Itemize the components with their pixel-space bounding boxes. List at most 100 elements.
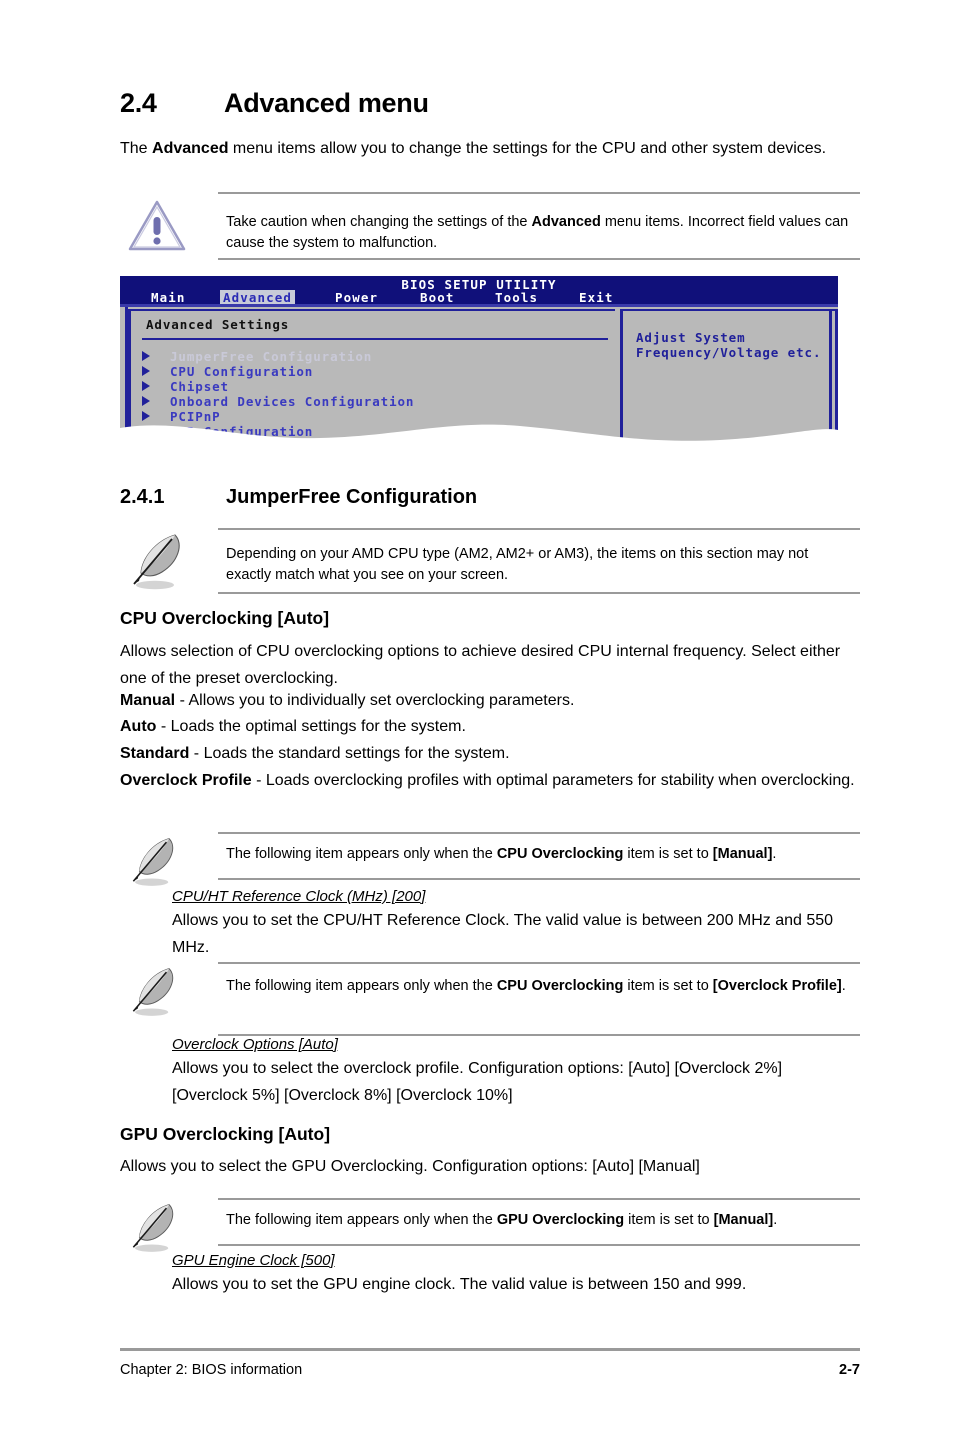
note-rule-top (218, 832, 860, 834)
bios-panel-divider (142, 338, 608, 340)
quill-note-icon (132, 1204, 174, 1252)
note-post: . (772, 846, 777, 862)
caution-box: Take caution when changing the settings … (120, 192, 860, 260)
note-rule-bottom (218, 592, 860, 594)
note-icon-wrap (120, 1198, 212, 1252)
overclock-options-desc: Allows you to select the overclock profi… (172, 1060, 783, 1104)
note-mid: item is set to (623, 846, 713, 862)
bios-menu-label: CPU Configuration (170, 364, 314, 379)
option-desc: - Loads the optimal settings for the sys… (156, 718, 466, 735)
cpu-oc-option-auto: Auto - Loads the optimal settings for th… (120, 714, 860, 741)
note-gpu-manual-text: The following item appears only when the… (226, 1210, 852, 1231)
option-name: Standard (120, 745, 190, 762)
note-icon-wrap (120, 832, 212, 886)
bios-tab-power[interactable]: Power (332, 290, 381, 305)
bios-menu-tabs: Main Advanced Power Boot Tools Exit (120, 290, 838, 305)
note-overclock-profile-text: The following item appears only when the… (226, 976, 852, 997)
note-mid: item is set to (623, 978, 713, 994)
intro-post: menu items allow you to change the setti… (228, 140, 827, 157)
option-desc: - Allows you to individually set overclo… (175, 692, 575, 709)
gpu-engine-clock-title: GPU Engine Clock [500] (172, 1252, 335, 1269)
quill-note-icon (133, 534, 180, 590)
caution-rule-top (218, 192, 860, 194)
cpu-oc-option-standard: Standard - Loads the standard settings f… (120, 741, 860, 768)
torn-edge-decoration (120, 424, 838, 448)
bios-tab-tools[interactable]: Tools (492, 290, 541, 305)
note-bold-item: GPU Overclocking (496, 1212, 625, 1228)
cpu-oc-option-manual: Manual - Allows you to individually set … (120, 688, 860, 715)
cpu-ht-reference-clock-desc: Allows you to set the CPU/HT Reference C… (172, 912, 834, 956)
footer-divider (120, 1348, 860, 1351)
bios-tab-boot[interactable]: Boot (417, 290, 458, 305)
note-icon-wrap (120, 528, 212, 594)
note-icon-wrap (120, 962, 212, 1036)
section-number: 2.4 (120, 88, 157, 118)
section-title: Advanced menu (224, 88, 429, 118)
note-overclock-profile: The following item appears only when the… (120, 962, 860, 1036)
note-rule-top (218, 528, 860, 530)
gpu-overclocking-heading: GPU Overclocking [Auto] (120, 1124, 331, 1144)
bios-tab-exit[interactable]: Exit (576, 290, 617, 305)
note-post: . (841, 978, 846, 994)
note-pre: The following item appears only when the (226, 1212, 497, 1228)
triangle-right-icon (142, 351, 150, 361)
note-rule-bottom (218, 878, 860, 880)
cpu-oc-option-overclock-profile: Overclock Profile - Loads overclocking p… (120, 768, 860, 795)
intro-paragraph: The Advanced menu items allow you to cha… (120, 136, 860, 163)
note-bold-value: [Manual] (713, 1212, 774, 1228)
triangle-right-icon (142, 366, 150, 376)
note-cpu-manual-text: The following item appears only when the… (226, 844, 852, 865)
bios-shell: BIOS SETUP UTILITY Main Advanced Power B… (120, 276, 838, 448)
note-mid: item is set to (624, 1212, 714, 1228)
option-name: Auto (120, 718, 157, 735)
cpu-ht-reference-clock-block: CPU/HT Reference Clock (MHz) [200] Allow… (120, 888, 860, 961)
gpu-overclocking-desc: Allows you to select the GPU Overclockin… (120, 1158, 700, 1175)
caution-rule-bottom (218, 258, 860, 260)
bios-menu-label: Chipset (170, 379, 229, 394)
note-rule-top (218, 1198, 860, 1200)
option-name: Manual (120, 692, 176, 709)
option-desc: - Loads the standard settings for the sy… (189, 745, 510, 762)
note-post: . (773, 1212, 778, 1228)
caution-icon-wrap (120, 192, 212, 260)
bios-panel-heading: Advanced Settings (146, 317, 290, 332)
cpu-overclocking-desc: Allows selection of CPU overclocking opt… (120, 643, 841, 687)
intro-pre: The (120, 140, 153, 157)
triangle-right-icon (142, 396, 150, 406)
note-amd-text: Depending on your AMD CPU type (AM2, AM2… (226, 546, 809, 583)
cpu-ht-reference-clock-title: CPU/HT Reference Clock (MHz) [200] (172, 888, 426, 905)
bios-setup-screenshot: BIOS SETUP UTILITY Main Advanced Power B… (120, 276, 838, 448)
note-rule-top (218, 962, 860, 964)
subsection-name: JumperFree Configuration (226, 486, 478, 508)
note-amd-cpu: Depending on your AMD CPU type (AM2, AM2… (120, 528, 860, 594)
bios-tab-advanced[interactable]: Advanced (220, 290, 296, 305)
option-name: Overclock Profile (120, 772, 252, 789)
note-bold-value: [Manual] (712, 846, 773, 862)
subsection-number: 2.4.1 (120, 486, 165, 508)
note-rule-bottom (218, 1244, 860, 1246)
note-pre: The following item appears only when the (226, 978, 497, 994)
triangle-right-icon (142, 381, 150, 391)
document-page: 2.4 Advanced menu The Advanced menu items… (0, 0, 954, 1438)
warning-triangle-icon (128, 200, 186, 251)
note-bold-item: CPU Overclocking (496, 978, 624, 994)
intro-bold: Advanced (152, 140, 229, 157)
caution-text: Take caution when changing the settings … (226, 212, 852, 254)
caution-text-pre: Take caution when changing the settings … (226, 214, 532, 230)
caution-text-bold: Advanced (531, 214, 601, 230)
bios-help-line1: Adjust System (636, 330, 746, 345)
note-bold-item: CPU Overclocking (496, 846, 624, 862)
overclock-options-block: Overclock Options [Auto] Allows you to s… (120, 1036, 860, 1109)
option-desc: - Loads overclocking profiles with optim… (251, 772, 855, 789)
bios-tab-main[interactable]: Main (148, 290, 189, 305)
note-bold-value: [Overclock Profile] (712, 978, 842, 994)
quill-note-icon (132, 968, 174, 1016)
bios-menu-label: Onboard Devices Configuration (170, 394, 415, 409)
cpu-overclocking-heading: CPU Overclocking [Auto] (120, 608, 330, 628)
note-gpu-manual: The following item appears only when the… (120, 1198, 860, 1252)
quill-note-icon (132, 838, 174, 886)
note-cpu-manual: The following item appears only when the… (120, 832, 860, 886)
bios-help-text: Adjust System Frequency/Voltage etc. (636, 330, 821, 360)
page-title: 2.4 Advanced menu (120, 88, 860, 119)
gpu-engine-clock-desc: Allows you to set the GPU engine clock. … (172, 1276, 747, 1293)
